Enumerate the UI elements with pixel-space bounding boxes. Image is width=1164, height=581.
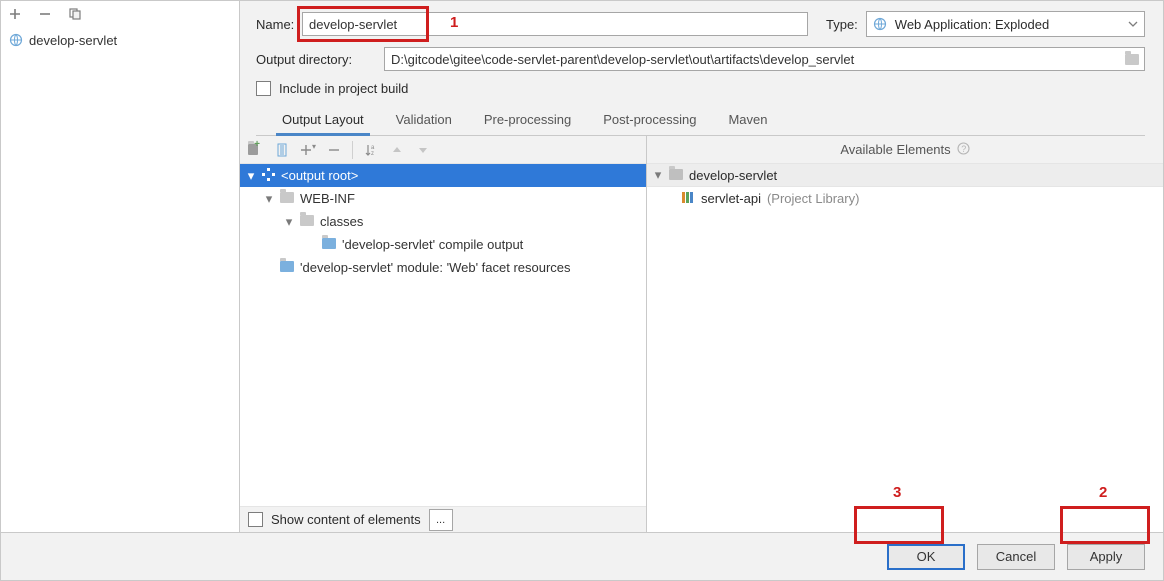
cancel-button[interactable]: Cancel	[977, 544, 1055, 570]
artifacts-dialog: develop-servlet Name: 1 Type:	[0, 0, 1164, 581]
output-tree-panel: + ▾ az ▾ <output root>	[240, 136, 647, 532]
dialog-footer: 3 2 OK Cancel Apply	[1, 532, 1163, 580]
expand-icon[interactable]: ▾	[284, 214, 294, 230]
tree-label: classes	[320, 214, 363, 229]
type-select[interactable]: Web Application: Exploded	[866, 11, 1145, 37]
svg-text:z: z	[371, 151, 374, 157]
artifacts-list[interactable]: develop-servlet	[1, 27, 239, 532]
show-content-ellipsis-button[interactable]: ...	[429, 509, 453, 531]
folder-icon	[300, 214, 314, 229]
output-tree[interactable]: ▾ <output root> ▾ WEB-INF ▾ class	[240, 164, 646, 506]
available-elements-label: Available Elements	[840, 142, 950, 157]
available-module-label: develop-servlet	[689, 168, 777, 183]
name-label: Name:	[256, 17, 302, 32]
annotation-box-2	[1060, 506, 1150, 544]
module-icon	[669, 168, 683, 183]
svg-text:?: ?	[961, 144, 966, 154]
library-icon	[681, 191, 695, 207]
help-icon[interactable]: ?	[957, 142, 970, 158]
expand-icon[interactable]: ▾	[246, 168, 256, 184]
tab-maven[interactable]: Maven	[712, 106, 783, 135]
show-content-row: Show content of elements ...	[240, 506, 646, 532]
type-label: Type:	[826, 17, 858, 32]
tree-facet-resources[interactable]: 'develop-servlet' module: 'Web' facet re…	[240, 256, 646, 279]
web-app-icon	[9, 33, 23, 47]
artifact-tabs: Output Layout Validation Pre-processing …	[256, 106, 1145, 136]
show-content-label: Show content of elements	[271, 512, 421, 527]
tree-label: 'develop-servlet' module: 'Web' facet re…	[300, 260, 571, 275]
copy-icon[interactable]	[67, 6, 83, 22]
tree-label: <output root>	[281, 168, 358, 183]
output-dir-input[interactable]	[384, 47, 1145, 71]
output-tree-toolbar: + ▾ az	[240, 136, 646, 164]
artifacts-sidebar: develop-servlet	[1, 1, 240, 532]
expand-icon[interactable]: ▾	[653, 167, 663, 183]
web-app-icon	[873, 17, 887, 31]
tab-validation[interactable]: Validation	[380, 106, 468, 135]
type-value: Web Application: Exploded	[895, 17, 1049, 32]
sidebar-toolbar	[1, 1, 239, 27]
main-panel: Name: 1 Type: Web Application: Exploded	[240, 1, 1163, 532]
add-copy-icon[interactable]: ▾	[300, 142, 316, 158]
tree-web-inf[interactable]: ▾ WEB-INF	[240, 187, 646, 210]
tab-pre-processing[interactable]: Pre-processing	[468, 106, 587, 135]
available-item-label: servlet-api	[701, 191, 761, 206]
module-output-icon	[322, 237, 336, 252]
available-module-row[interactable]: ▾ develop-servlet	[647, 164, 1163, 187]
tree-label: WEB-INF	[300, 191, 355, 206]
tree-label: 'develop-servlet' compile output	[342, 237, 523, 252]
show-content-checkbox[interactable]	[248, 512, 263, 527]
form-area: Name: 1 Type: Web Application: Exploded	[240, 1, 1163, 136]
output-layout-panel: + ▾ az ▾ <output root>	[240, 136, 1163, 532]
new-folder-icon[interactable]: +	[248, 142, 264, 158]
available-elements-header: Available Elements ?	[647, 136, 1163, 164]
remove-icon[interactable]	[37, 6, 53, 22]
include-build-label: Include in project build	[279, 81, 408, 96]
tab-post-processing[interactable]: Post-processing	[587, 106, 712, 135]
toolbar-separator	[352, 141, 353, 159]
tab-output-layout[interactable]: Output Layout	[266, 106, 380, 135]
move-down-icon[interactable]	[415, 142, 431, 158]
name-input[interactable]	[302, 12, 808, 36]
tree-output-root[interactable]: ▾ <output root>	[240, 164, 646, 187]
browse-folder-icon[interactable]	[1123, 50, 1141, 68]
facet-icon	[280, 260, 294, 275]
tree-compile-output[interactable]: 'develop-servlet' compile output	[240, 233, 646, 256]
available-item-suffix: (Project Library)	[767, 191, 859, 206]
include-build-checkbox[interactable]	[256, 81, 271, 96]
expand-icon[interactable]: ▾	[264, 191, 274, 207]
move-up-icon[interactable]	[389, 142, 405, 158]
sidebar-item-develop-servlet[interactable]: develop-servlet	[1, 29, 239, 51]
name-row: Name: 1 Type: Web Application: Exploded	[256, 11, 1145, 37]
sort-icon[interactable]: az	[363, 142, 379, 158]
name-input-wrap: 1	[302, 12, 808, 36]
available-servlet-api[interactable]: servlet-api (Project Library)	[647, 187, 1163, 210]
output-dir-row: Output directory:	[256, 47, 1145, 71]
sidebar-item-label: develop-servlet	[29, 33, 117, 48]
tree-classes[interactable]: ▾ classes	[240, 210, 646, 233]
add-icon[interactable]	[7, 6, 23, 22]
remove-item-icon[interactable]	[326, 142, 342, 158]
output-dir-label: Output directory:	[256, 52, 384, 67]
output-root-icon	[262, 168, 275, 184]
chevron-down-icon	[1128, 17, 1138, 32]
folder-icon	[280, 191, 294, 206]
annotation-box-3	[854, 506, 944, 544]
include-build-row: Include in project build	[256, 81, 1145, 96]
available-elements-panel: Available Elements ? ▾ develop-servlet s…	[647, 136, 1163, 532]
new-archive-icon[interactable]	[274, 142, 290, 158]
dialog-body: develop-servlet Name: 1 Type:	[1, 1, 1163, 532]
ok-button[interactable]: OK	[887, 544, 965, 570]
apply-button[interactable]: Apply	[1067, 544, 1145, 570]
